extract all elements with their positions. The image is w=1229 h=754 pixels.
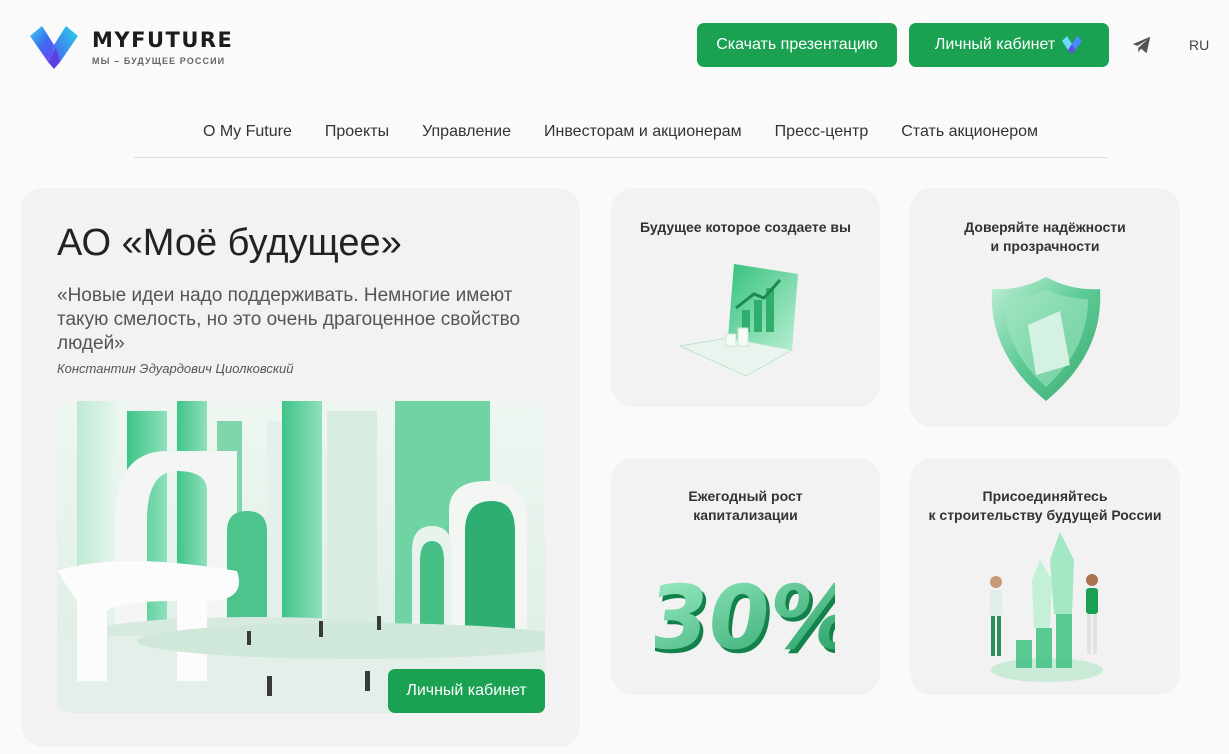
feature-card-future[interactable]: Будущее которое создаете вы xyxy=(611,188,880,407)
feature-card-trust[interactable]: Доверяйте надёжности и прозрачности xyxy=(910,188,1180,427)
page-title: АО «Моё будущее» xyxy=(57,222,402,264)
nav-item-projects[interactable]: Проекты xyxy=(325,120,389,157)
nav-item-press[interactable]: Пресс-центр xyxy=(775,120,869,157)
feature-card-title: Присоединяйтесь к строительству будущей … xyxy=(928,488,1162,523)
hero-cabinet-label: Личный кабинет xyxy=(406,682,527,699)
feature-card-join[interactable]: Присоединяйтесь к строительству будущей … xyxy=(910,458,1180,695)
telegram-icon[interactable] xyxy=(1131,34,1153,56)
hero-image xyxy=(57,401,545,713)
personal-cabinet-button[interactable]: Личный кабинет xyxy=(909,23,1109,67)
feature-card-title: Доверяйте надёжности и прозрачности xyxy=(964,219,1126,254)
growth-figure-highlight: 30% xyxy=(655,566,835,668)
download-presentation-button[interactable]: Скачать презентацию xyxy=(697,23,897,67)
shield-icon xyxy=(991,277,1101,401)
quote-author: Константин Эдуардович Циолковский xyxy=(57,361,294,376)
hero-card: АО «Моё будущее» «Новые идеи надо поддер… xyxy=(21,188,580,747)
gem-icon xyxy=(1062,36,1083,54)
feature-card-title: Будущее которое создаете вы xyxy=(640,219,851,235)
nav-item-about[interactable]: О My Future xyxy=(203,120,292,157)
logo-mark-icon xyxy=(30,26,78,69)
nav-item-become-shareholder[interactable]: Стать акционером xyxy=(901,120,1038,157)
personal-cabinet-label: Личный кабинет xyxy=(934,36,1056,53)
thirty-percent-illustration: 30% 30% xyxy=(655,566,835,668)
nav-item-investors[interactable]: Инвесторам и акционерам xyxy=(544,120,742,157)
logo-name: MYFUTURE xyxy=(92,28,234,52)
feature-card-title: Ежегодный рост капитализации xyxy=(688,488,803,523)
language-switcher[interactable]: RU xyxy=(1189,37,1209,53)
hero-cabinet-button[interactable]: Личный кабинет xyxy=(388,669,545,713)
logo[interactable]: MYFUTURE МЫ – БУДУЩЕЕ РОССИИ xyxy=(26,22,233,72)
nav-item-management[interactable]: Управление xyxy=(422,120,511,157)
hero-quote: «Новые идеи надо поддерживать. Немногие … xyxy=(57,285,521,354)
logo-tagline: МЫ – БУДУЩЕЕ РОССИИ xyxy=(92,56,226,66)
feature-card-growth[interactable]: Ежегодный рост капитализации 30% 30% xyxy=(611,458,880,695)
laptop-chart-illustration xyxy=(678,264,798,377)
main-nav: О My Future Проекты Управление Инвестора… xyxy=(134,120,1107,158)
download-presentation-label: Скачать презентацию xyxy=(716,36,878,53)
people-chart-illustration xyxy=(990,532,1103,682)
